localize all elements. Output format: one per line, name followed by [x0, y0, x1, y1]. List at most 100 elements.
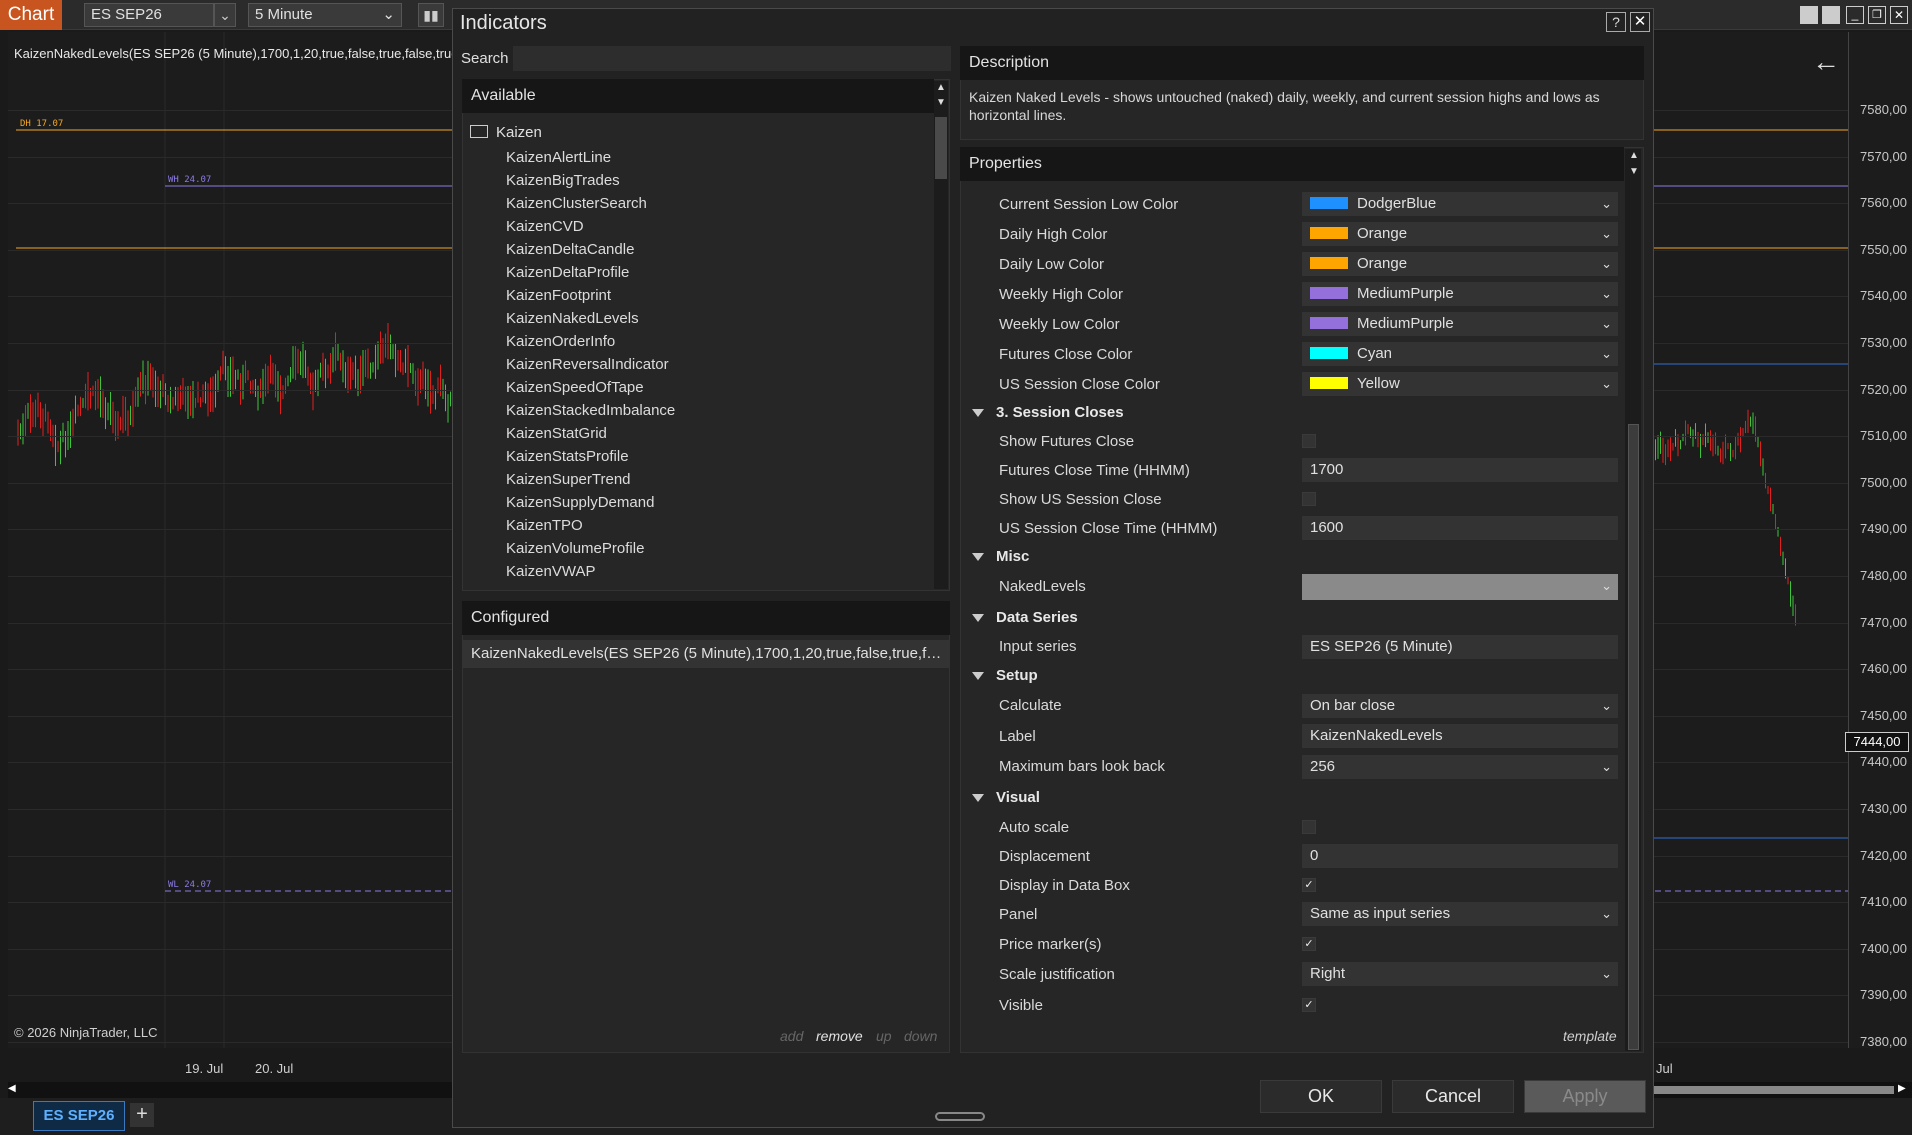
indicator-item[interactable]: KaizenStackedImbalance [506, 402, 675, 419]
scroll-right-icon[interactable]: ▶ [1898, 1083, 1906, 1094]
show-us-close-label: Show US Session Close [999, 491, 1162, 508]
window-close-icon[interactable]: ✕ [1890, 6, 1908, 24]
indicator-item[interactable]: KaizenCVD [506, 218, 584, 235]
scroll-left-icon[interactable]: ◀ [8, 1083, 16, 1094]
show-futures-close-checkbox[interactable] [1302, 434, 1316, 448]
indicator-item[interactable]: KaizenSupplyDemand [506, 494, 654, 511]
indicator-item[interactable]: KaizenStatGrid [506, 425, 607, 442]
label-input[interactable]: KaizenNakedLevels [1302, 724, 1618, 748]
color-dropdown[interactable]: Yellow ⌄ [1302, 372, 1618, 396]
indicator-item[interactable]: KaizenTPO [506, 517, 583, 534]
scroll-up-icon[interactable]: ▲ [1627, 150, 1641, 161]
cancel-button[interactable]: Cancel [1392, 1080, 1514, 1113]
auto-scale-label: Auto scale [999, 819, 1070, 836]
indicator-item[interactable]: KaizenOrderInfo [506, 333, 615, 350]
panel-dropdown[interactable]: Same as input series ⌄ [1302, 902, 1618, 926]
indicator-item[interactable]: KaizenVWAP [506, 563, 595, 580]
add-tab-button[interactable]: + [130, 1103, 154, 1127]
collapse-triangle-icon [972, 614, 984, 623]
instrument-selector[interactable]: ES SEP26 [84, 3, 214, 27]
indicator-item[interactable]: KaizenDeltaProfile [506, 264, 629, 281]
section-misc[interactable]: Misc [972, 548, 1029, 565]
us-close-time-input[interactable]: 1600 [1302, 516, 1618, 540]
displacement-label: Displacement [999, 848, 1090, 865]
price-tick: 7380,00 [1860, 1034, 1907, 1049]
show-us-close-checkbox[interactable] [1302, 492, 1316, 506]
window-tile2-icon[interactable] [1822, 6, 1840, 24]
chart-scroll-thumb[interactable] [1654, 1086, 1894, 1094]
color-property-label: Daily High Color [999, 226, 1108, 243]
naked-levels-dropdown[interactable]: ⌄ [1302, 574, 1618, 600]
chart-tab[interactable]: Chart [0, 0, 62, 30]
indicator-item[interactable]: KaizenBigTrades [506, 172, 620, 189]
tree-folder-kaizen[interactable]: Kaizen [470, 124, 542, 141]
ok-button[interactable]: OK [1260, 1080, 1382, 1113]
scale-justification-dropdown[interactable]: Right ⌄ [1302, 962, 1618, 986]
arrow-left-icon[interactable]: ← [1812, 46, 1840, 78]
instrument-dropdown-button[interactable]: ⌄ [214, 3, 236, 27]
restore-icon[interactable]: ❐ [1868, 6, 1886, 24]
indicator-item[interactable]: KaizenNakedLevels [506, 310, 639, 327]
available-scroll-thumb[interactable] [935, 117, 947, 179]
section-setup[interactable]: Setup [972, 667, 1038, 684]
display-in-data-box-checkbox[interactable]: ✓ [1302, 878, 1316, 892]
calculate-value: On bar close [1310, 697, 1396, 714]
indicator-item[interactable]: KaizenClusterSearch [506, 195, 647, 212]
indicator-item[interactable]: KaizenSpeedOfTape [506, 379, 644, 396]
input-series-field[interactable]: ES SEP26 (5 Minute) [1302, 635, 1618, 659]
scroll-down-icon[interactable]: ▼ [934, 97, 948, 108]
indicator-item[interactable]: KaizenFootprint [506, 287, 611, 304]
add-button[interactable]: add [780, 1028, 803, 1044]
indicator-title: KaizenNakedLevels(ES SEP26 (5 Minute),17… [14, 46, 473, 61]
visible-checkbox[interactable]: ✓ [1302, 998, 1316, 1012]
template-link[interactable]: template [1563, 1028, 1617, 1044]
chevron-down-icon: ⌄ [1601, 316, 1612, 331]
configured-item[interactable]: KaizenNakedLevels(ES SEP26 (5 Minute),17… [463, 640, 949, 668]
color-dropdown[interactable]: Orange ⌄ [1302, 222, 1618, 246]
indicator-item[interactable]: KaizenAlertLine [506, 149, 611, 166]
color-dropdown[interactable]: DodgerBlue ⌄ [1302, 192, 1618, 216]
scroll-down-icon[interactable]: ▼ [1627, 166, 1641, 177]
down-button[interactable]: down [904, 1028, 937, 1044]
display-in-data-box-label: Display in Data Box [999, 877, 1130, 894]
color-dropdown[interactable]: MediumPurple ⌄ [1302, 282, 1618, 306]
displacement-input[interactable]: 0 [1302, 844, 1618, 868]
indicator-item[interactable]: KaizenReversalIndicator [506, 356, 669, 373]
indicator-item[interactable]: KaizenSuperTrend [506, 471, 631, 488]
search-input[interactable] [513, 46, 951, 71]
indicator-item[interactable]: KaizenVolumeProfile [506, 540, 644, 557]
minimize-icon[interactable]: _ [1846, 6, 1864, 24]
indicator-item[interactable]: KaizenDeltaCandle [506, 241, 634, 258]
resize-grip-icon[interactable] [935, 1112, 985, 1121]
interval-selector[interactable]: 5 Minute ⌄ [248, 3, 402, 27]
properties-scroll-thumb[interactable] [1628, 424, 1639, 1050]
max-bars-dropdown[interactable]: 256 ⌄ [1302, 755, 1618, 779]
remove-button[interactable]: remove [816, 1028, 863, 1044]
chevron-down-icon: ⌄ [382, 6, 395, 23]
tab-es-sep26[interactable]: ES SEP26 [33, 1101, 125, 1131]
section-visual[interactable]: Visual [972, 789, 1040, 806]
close-button[interactable]: ✕ [1630, 12, 1650, 32]
section-data-series[interactable]: Data Series [972, 609, 1078, 626]
auto-scale-checkbox[interactable] [1302, 820, 1316, 834]
calculate-dropdown[interactable]: On bar close ⌄ [1302, 694, 1618, 718]
price-tick: 7390,00 [1860, 987, 1907, 1003]
price-markers-label: Price marker(s) [999, 936, 1102, 953]
futures-close-time-input[interactable]: 1700 [1302, 458, 1618, 482]
indicator-item[interactable]: KaizenStatsProfile [506, 448, 629, 465]
color-dropdown[interactable]: Cyan ⌄ [1302, 342, 1618, 366]
color-swatch [1310, 287, 1348, 299]
color-property-label: Current Session Low Color [999, 196, 1179, 213]
section-session-closes[interactable]: 3. Session Closes [972, 404, 1124, 421]
help-button[interactable]: ? [1606, 12, 1626, 32]
apply-button[interactable]: Apply [1524, 1080, 1646, 1113]
price-markers-checkbox[interactable]: ✓ [1302, 937, 1316, 951]
color-dropdown[interactable]: Orange ⌄ [1302, 252, 1618, 276]
scroll-up-icon[interactable]: ▲ [934, 82, 948, 93]
chart-style-button[interactable]: ▮▮ [418, 3, 444, 27]
color-dropdown[interactable]: MediumPurple ⌄ [1302, 312, 1618, 336]
window-tile-icon[interactable] [1800, 6, 1818, 24]
scale-justification-label: Scale justification [999, 966, 1115, 983]
up-button[interactable]: up [876, 1028, 892, 1044]
color-value: Orange [1357, 225, 1408, 242]
